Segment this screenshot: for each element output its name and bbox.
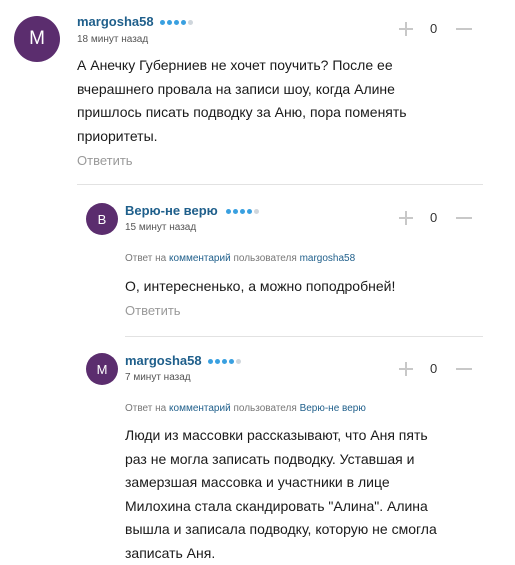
rating-dot [174, 20, 179, 25]
rating-dot [208, 359, 213, 364]
rating-dots [226, 209, 259, 214]
rating-dot [160, 20, 165, 25]
comment-reply: M margosha58 7 минут назад 0 Ответ на ко… [0, 337, 515, 563]
reply-to-info: Ответ на комментарий пользователя Верю-н… [125, 403, 366, 414]
rating-dots [160, 20, 193, 25]
avatar-letter: M [29, 28, 45, 49]
rating-dot [229, 359, 234, 364]
comment-link[interactable]: комментарий [169, 403, 231, 414]
author-name[interactable]: margosha58 [77, 14, 154, 29]
score: 0 [430, 21, 438, 36]
rating-dot [215, 359, 220, 364]
plus-icon[interactable] [398, 210, 414, 226]
reply-to-info: Ответ на комментарий пользователя margos… [125, 253, 355, 264]
comment-text: А Анечку Губерниев не хочет поучить? Пос… [77, 57, 407, 144]
avatar-letter: В [97, 211, 107, 227]
user-link[interactable]: Верю-не верю [300, 403, 366, 414]
timestamp: 15 минут назад [125, 222, 197, 233]
timestamp: 18 минут назад [77, 34, 149, 45]
reply-to-prefix: Ответ на [125, 403, 167, 414]
rating-dots [208, 359, 241, 364]
user-link[interactable]: margosha58 [300, 253, 356, 264]
avatar-letter: M [96, 361, 108, 377]
rating-dot [188, 20, 193, 25]
author-name[interactable]: margosha58 [125, 353, 202, 368]
score: 0 [430, 210, 438, 225]
avatar[interactable]: В [86, 203, 118, 235]
rating-dot [222, 359, 227, 364]
comment: M margosha58 18 минут назад 0 А Анечку Г… [0, 0, 515, 185]
rating-dot [254, 209, 259, 214]
comment-reply: В Верю-не верю 15 минут назад 0 Ответ на… [0, 185, 515, 337]
rating-dot [181, 20, 186, 25]
minus-icon[interactable] [456, 28, 472, 30]
minus-icon[interactable] [456, 217, 472, 219]
rating-dot [233, 209, 238, 214]
minus-icon[interactable] [456, 368, 472, 370]
rating-dot [236, 359, 241, 364]
reply-to-prefix: Ответ на [125, 253, 167, 264]
reply-to-middle: пользователя [233, 403, 297, 414]
reply-to-middle: пользователя [233, 253, 297, 264]
plus-icon[interactable] [398, 361, 414, 377]
comment-link[interactable]: комментарий [169, 253, 231, 264]
plus-icon[interactable] [398, 21, 414, 37]
rating-dot [167, 20, 172, 25]
comment-text: О, интересненько, а можно поподробней! [125, 278, 396, 294]
score: 0 [430, 361, 438, 376]
rating-dot [240, 209, 245, 214]
timestamp: 7 минут назад [125, 372, 191, 383]
author-name[interactable]: Верю-не верю [125, 203, 218, 218]
comment-text: Люди из массовки рассказывают, что Аня п… [125, 427, 437, 561]
rating-dot [247, 209, 252, 214]
avatar[interactable]: M [86, 353, 118, 385]
reply-button[interactable]: Ответить [125, 303, 181, 318]
avatar[interactable]: M [14, 16, 60, 62]
reply-button[interactable]: Ответить [77, 153, 133, 168]
rating-dot [226, 209, 231, 214]
